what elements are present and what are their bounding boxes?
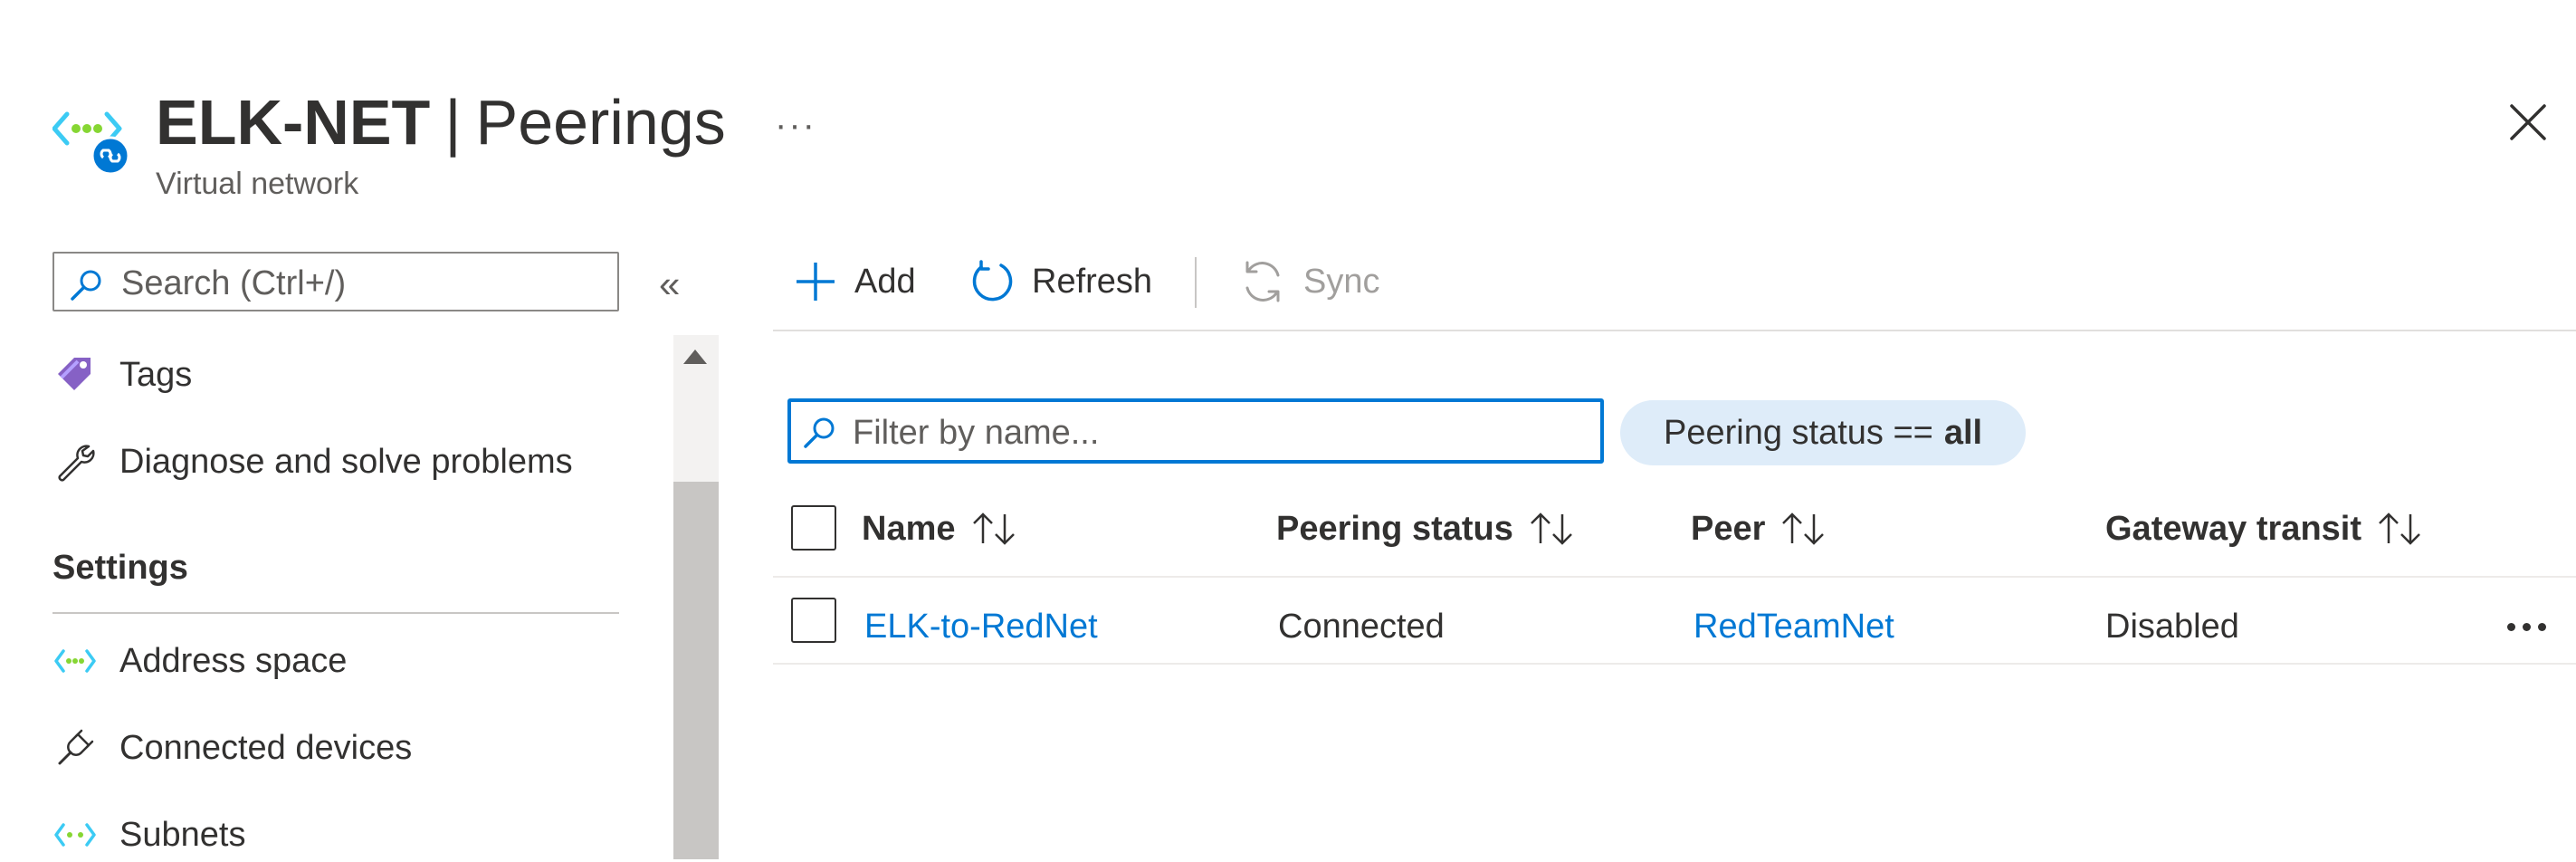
sort-icon <box>2376 511 2423 547</box>
sidebar-item-label: Address space <box>119 641 348 680</box>
sidebar-item-connected-devices[interactable]: Connected devices <box>52 721 632 775</box>
sidebar-item-address-space[interactable]: Address space <box>52 634 632 688</box>
sync-icon <box>1245 261 1280 302</box>
select-all-checkbox[interactable] <box>791 505 836 551</box>
tag-icon <box>52 352 98 397</box>
row-more-actions-button[interactable] <box>2507 601 2546 652</box>
blade-title: Peerings <box>475 87 726 158</box>
toolbar-separator <box>1195 257 1197 308</box>
sidebar-search-input[interactable] <box>119 263 612 304</box>
scroll-up-arrow-icon[interactable] <box>683 350 707 364</box>
peering-status-filter-pill[interactable]: Peering status == all <box>1620 400 2027 465</box>
collapse-sidebar-button[interactable]: « <box>659 263 680 306</box>
dot <box>2538 622 2546 631</box>
column-header-peering-status[interactable]: Peering status <box>1276 503 1575 554</box>
column-header-peer[interactable]: Peer <box>1691 503 1827 554</box>
refresh-button-label: Refresh <box>1032 262 1153 301</box>
sort-icon <box>1779 511 1827 547</box>
filter-by-name-input[interactable] <box>851 411 1588 455</box>
table-row-divider <box>773 663 2576 665</box>
column-header-label: Gateway transit <box>2105 509 2361 548</box>
section-divider <box>52 612 619 614</box>
more-actions-button[interactable]: ··· <box>775 105 816 146</box>
plus-icon <box>797 263 835 301</box>
resource-name: ELK-NET <box>156 87 431 158</box>
plug-icon <box>52 725 98 771</box>
virtual-network-icon <box>52 107 130 179</box>
wrench-icon <box>52 439 98 484</box>
column-header-name[interactable]: Name <box>862 503 1017 554</box>
gateway-transit-cell: Disabled <box>2105 607 2239 646</box>
refresh-button[interactable]: Refresh <box>968 252 1152 311</box>
sidebar-scrollbar-thumb[interactable] <box>673 482 719 859</box>
sidebar-item-subnets[interactable]: Subnets <box>52 808 632 862</box>
peer-link[interactable]: RedTeamNet <box>1693 601 1894 652</box>
add-button-label: Add <box>854 262 916 301</box>
pill-label: Peering status == <box>1664 413 1933 452</box>
sync-button[interactable]: Sync <box>1238 252 1379 311</box>
sort-icon <box>970 511 1017 547</box>
sidebar-item-label: Subnets <box>119 815 246 854</box>
sidebar-search[interactable] <box>52 252 619 311</box>
close-button[interactable] <box>2507 101 2549 143</box>
subnets-icon <box>52 812 98 857</box>
row-checkbox[interactable] <box>791 598 836 643</box>
sidebar-item-label: Connected devices <box>119 728 413 767</box>
table-header-divider <box>773 576 2576 578</box>
column-header-label: Name <box>862 509 956 548</box>
dot <box>2523 622 2531 631</box>
search-icon <box>71 270 101 301</box>
sidebar-section-settings: Settings <box>52 549 188 587</box>
title-separator: | <box>444 87 462 158</box>
pill-value: all <box>1943 413 1983 452</box>
sync-button-label: Sync <box>1303 262 1380 301</box>
search-icon <box>804 417 835 448</box>
column-header-label: Peering status <box>1276 509 1513 548</box>
column-header-gateway-transit[interactable]: Gateway transit <box>2105 503 2423 554</box>
peering-status-cell: Connected <box>1278 607 1445 646</box>
sort-icon <box>1528 511 1575 547</box>
sidebar-item-label: Tags <box>119 355 193 394</box>
address-space-icon <box>52 638 98 684</box>
page-title: ELK-NET | Peerings <box>156 85 726 159</box>
close-icon <box>2510 104 2546 140</box>
sidebar-item-label: Diagnose and solve problems <box>119 442 573 481</box>
add-button[interactable]: Add <box>793 252 916 311</box>
peering-name-link[interactable]: ELK-to-RedNet <box>864 601 1098 652</box>
sidebar-item-diagnose[interactable]: Diagnose and solve problems <box>52 435 632 489</box>
column-header-label: Peer <box>1691 509 1766 548</box>
sidebar-item-tags[interactable]: Tags <box>52 348 632 402</box>
refresh-icon <box>972 260 1013 302</box>
page-subtitle: Virtual network <box>156 167 359 201</box>
filter-box[interactable] <box>787 398 1604 464</box>
toolbar-divider <box>773 330 2576 331</box>
dot <box>2507 622 2515 631</box>
